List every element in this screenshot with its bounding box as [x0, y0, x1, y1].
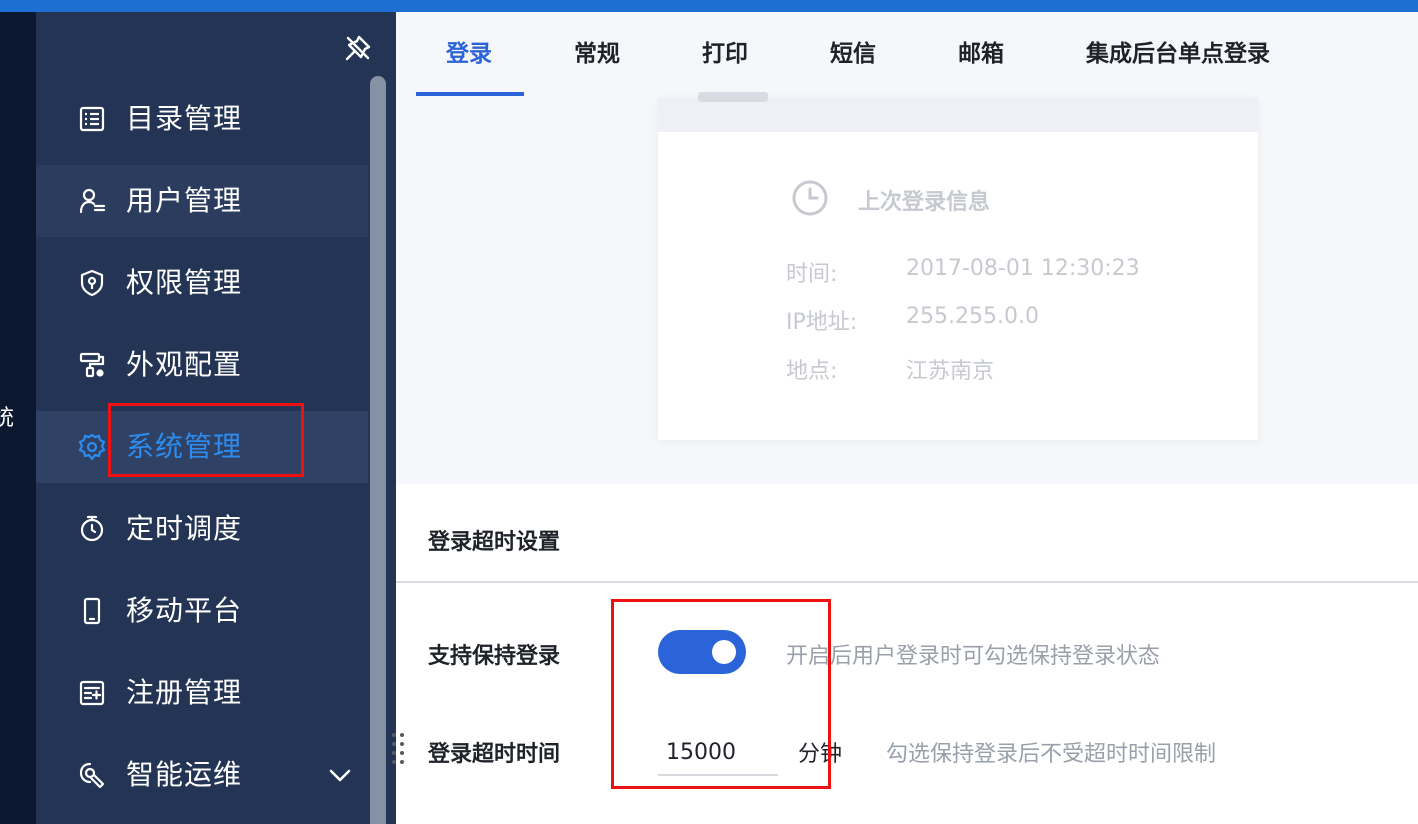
timeout-label: 登录超时时间: [428, 742, 561, 767]
brand-strip: 统: [0, 12, 36, 824]
sidebar-item-mobile[interactable]: 移动平台: [36, 575, 368, 647]
main-content: 登录 常规 打印 短信 邮箱 集成后台单点登录 上次登录信息 时间: 2017-…: [396, 12, 1418, 824]
tab-sso[interactable]: 集成后台单点登录: [1086, 34, 1270, 74]
tab-email[interactable]: 邮箱: [958, 34, 1004, 74]
location-label: 地点:: [786, 359, 838, 384]
sidebar-item-label: 注册管理: [126, 676, 243, 709]
brand-fragment: 统: [0, 406, 15, 431]
last-login-title: 上次登录信息: [858, 190, 991, 215]
chevron-down-icon[interactable]: [326, 761, 354, 789]
timeout-hint: 勾选保持登录后不受超时时间限制: [886, 742, 1217, 767]
sidebar-item-registration[interactable]: 注册管理: [36, 657, 368, 729]
section-title: 登录超时设置: [428, 530, 561, 555]
divider: [396, 581, 1418, 583]
ops-icon: [76, 759, 108, 791]
keep-login-label: 支持保持登录: [428, 644, 561, 669]
tab-general[interactable]: 常规: [574, 34, 620, 74]
settings-tabs: 登录 常规 打印 短信 邮箱 集成后台单点登录: [396, 12, 1418, 97]
gear-icon: [76, 431, 108, 463]
pin-collapse-icon: [345, 35, 371, 61]
clock-icon: [792, 180, 828, 216]
time-value: 2017-08-01 12:30:23: [906, 256, 1140, 281]
toggle-knob: [712, 640, 736, 664]
timeout-unit: 分钟: [798, 742, 843, 767]
login-timeout-section: 登录超时设置 支持保持登录 开启后用户登录时可勾选保持登录状态 登录超时时间 分…: [396, 484, 1418, 824]
top-bar: [0, 0, 1418, 12]
sidebar-item-label: 定时调度: [126, 512, 243, 545]
ip-label: IP地址:: [786, 310, 858, 335]
timeout-input[interactable]: [658, 730, 778, 776]
sidebar-item-label: 移动平台: [126, 594, 243, 627]
sidebar: 目录管理 用户管理 权限管理 外观配置 系统管理 定时调度 移动平台 注册管理 …: [36, 12, 396, 824]
sidebar-item-label: 权限管理: [126, 266, 243, 299]
tab-print[interactable]: 打印: [702, 34, 748, 74]
tab-sms[interactable]: 短信: [830, 34, 876, 74]
tab-login[interactable]: 登录: [446, 34, 492, 74]
sidebar-item-appearance[interactable]: 外观配置: [36, 329, 368, 401]
sidebar-item-system[interactable]: 系统管理: [36, 411, 368, 483]
sidebar-item-permissions[interactable]: 权限管理: [36, 247, 368, 319]
sidebar-item-label: 目录管理: [126, 102, 243, 135]
mobile-icon: [76, 595, 108, 627]
sidebar-item-catalog[interactable]: 目录管理: [36, 83, 368, 155]
sidebar-item-scheduler[interactable]: 定时调度: [36, 493, 368, 565]
sidebar-item-users[interactable]: 用户管理: [36, 165, 368, 237]
sidebar-item-label: 智能运维: [126, 758, 243, 791]
time-label: 时间:: [786, 262, 838, 287]
register-form-icon: [76, 677, 108, 709]
user-list-icon: [76, 185, 108, 217]
last-login-card: 上次登录信息 时间: 2017-08-01 12:30:23 IP地址: 255…: [658, 92, 1258, 440]
shield-icon: [76, 267, 108, 299]
sidebar-scrollbar[interactable]: [370, 76, 386, 824]
sidebar-item-label: 外观配置: [126, 348, 243, 381]
sidebar-item-ops[interactable]: 智能运维: [36, 739, 368, 811]
location-value: 江苏南京: [906, 359, 995, 384]
paint-roller-icon: [76, 349, 108, 381]
stopwatch-icon: [76, 513, 108, 545]
sidebar-item-label: 系统管理: [126, 430, 243, 463]
collapse-sidebar-button[interactable]: [342, 32, 374, 64]
list-icon: [76, 103, 108, 135]
ip-value: 255.255.0.0: [906, 304, 1039, 329]
active-tab-indicator: [416, 92, 524, 96]
sidebar-item-label: 用户管理: [126, 184, 243, 217]
keep-login-toggle[interactable]: [658, 630, 746, 674]
keep-login-hint: 开启后用户登录时可勾选保持登录状态: [786, 644, 1161, 669]
drag-handle-icon[interactable]: [388, 730, 408, 766]
card-header-strip: [658, 92, 1258, 132]
